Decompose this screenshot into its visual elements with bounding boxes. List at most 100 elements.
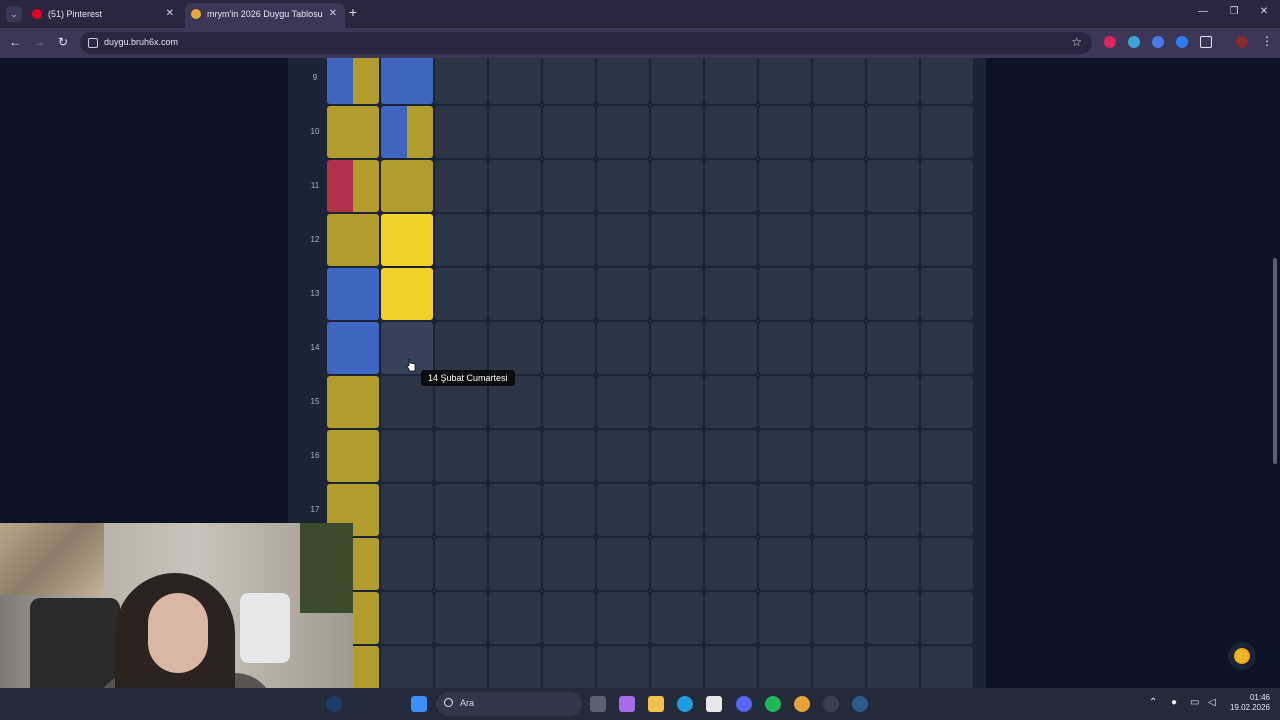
day-cell[interactable]	[489, 106, 541, 158]
day-cell[interactable]	[651, 538, 703, 590]
extension-red-icon[interactable]	[1104, 36, 1116, 48]
day-cell[interactable]	[921, 592, 973, 644]
chrome-icon[interactable]	[794, 696, 810, 712]
day-cell[interactable]	[759, 430, 811, 482]
day-cell[interactable]	[489, 268, 541, 320]
browser-menu-icon[interactable]: ⋮	[1261, 34, 1273, 48]
day-cell[interactable]	[921, 430, 973, 482]
day-cell[interactable]	[759, 646, 811, 688]
day-cell[interactable]	[381, 268, 433, 320]
extension-blue-icon[interactable]	[1176, 36, 1188, 48]
day-cell[interactable]	[921, 376, 973, 428]
day-cell[interactable]	[813, 268, 865, 320]
day-cell[interactable]	[813, 214, 865, 266]
day-cell[interactable]	[705, 430, 757, 482]
spotify-icon[interactable]	[765, 696, 781, 712]
day-cell[interactable]	[759, 376, 811, 428]
day-cell[interactable]	[867, 58, 919, 104]
day-cell[interactable]	[759, 214, 811, 266]
day-cell[interactable]	[651, 484, 703, 536]
extension-translate-icon[interactable]	[1128, 36, 1140, 48]
day-cell[interactable]	[651, 430, 703, 482]
day-cell[interactable]	[381, 484, 433, 536]
forward-arrow-icon[interactable]: →	[32, 35, 46, 49]
day-cell[interactable]	[813, 646, 865, 688]
day-cell[interactable]	[381, 646, 433, 688]
day-cell[interactable]	[705, 538, 757, 590]
day-cell[interactable]	[489, 646, 541, 688]
day-cell[interactable]	[435, 538, 487, 590]
minimize-icon[interactable]: —	[1195, 6, 1211, 17]
day-cell[interactable]	[543, 214, 595, 266]
obs-icon[interactable]	[823, 696, 839, 712]
edge-icon[interactable]	[677, 696, 693, 712]
day-cell[interactable]	[327, 160, 379, 212]
day-cell[interactable]	[435, 592, 487, 644]
day-cell[interactable]	[597, 160, 649, 212]
day-cell[interactable]	[705, 268, 757, 320]
day-cell[interactable]	[327, 430, 379, 482]
day-cell[interactable]	[543, 322, 595, 374]
day-cell[interactable]	[867, 484, 919, 536]
day-cell[interactable]	[921, 58, 973, 104]
day-cell[interactable]	[651, 376, 703, 428]
day-cell[interactable]	[759, 592, 811, 644]
day-cell[interactable]	[867, 214, 919, 266]
day-cell[interactable]	[327, 322, 379, 374]
day-cell[interactable]	[651, 214, 703, 266]
day-cell[interactable]	[867, 106, 919, 158]
day-cell[interactable]	[705, 322, 757, 374]
day-cell[interactable]	[921, 214, 973, 266]
day-cell[interactable]	[921, 106, 973, 158]
system-clock[interactable]: 01:46 19.02.2026	[1226, 693, 1270, 713]
day-cell[interactable]	[759, 106, 811, 158]
day-cell[interactable]	[543, 376, 595, 428]
day-cell[interactable]	[435, 268, 487, 320]
back-arrow-icon[interactable]: ←	[8, 35, 22, 49]
day-cell[interactable]	[597, 484, 649, 536]
day-cell[interactable]	[705, 214, 757, 266]
day-cell[interactable]	[597, 106, 649, 158]
day-cell[interactable]	[705, 376, 757, 428]
day-cell[interactable]	[813, 58, 865, 104]
day-cell[interactable]	[327, 106, 379, 158]
day-cell[interactable]	[705, 646, 757, 688]
day-cell[interactable]	[813, 106, 865, 158]
day-cell[interactable]	[651, 160, 703, 212]
day-cell[interactable]	[597, 430, 649, 482]
day-cell[interactable]	[435, 430, 487, 482]
theme-toggle-button[interactable]	[1228, 642, 1256, 670]
discord-icon[interactable]	[736, 696, 752, 712]
day-cell[interactable]	[867, 592, 919, 644]
copilot-icon[interactable]	[619, 696, 635, 712]
day-cell[interactable]	[651, 592, 703, 644]
day-cell[interactable]	[813, 430, 865, 482]
day-cell[interactable]	[813, 592, 865, 644]
day-cell[interactable]	[867, 646, 919, 688]
day-cell[interactable]	[543, 106, 595, 158]
day-cell[interactable]	[381, 538, 433, 590]
cortana-icon[interactable]	[326, 696, 342, 712]
day-cell[interactable]	[813, 376, 865, 428]
profile-avatar[interactable]	[1236, 36, 1248, 48]
day-cell[interactable]	[435, 646, 487, 688]
day-cell[interactable]	[921, 646, 973, 688]
display-icon[interactable]: ▭	[1190, 697, 1199, 708]
day-cell[interactable]	[759, 58, 811, 104]
day-cell[interactable]	[489, 538, 541, 590]
reload-icon[interactable]: ↻	[56, 35, 70, 49]
day-cell[interactable]	[381, 430, 433, 482]
day-cell[interactable]	[813, 160, 865, 212]
day-cell[interactable]	[651, 106, 703, 158]
day-cell[interactable]	[597, 646, 649, 688]
day-cell[interactable]	[921, 484, 973, 536]
day-cell[interactable]	[597, 592, 649, 644]
tab-duygu-tablosu[interactable]: mrym'in 2026 Duygu Tablosu ✕	[185, 3, 345, 28]
day-cell[interactable]	[705, 58, 757, 104]
day-cell[interactable]	[597, 214, 649, 266]
day-cell[interactable]	[543, 58, 595, 104]
day-cell[interactable]	[705, 592, 757, 644]
day-cell[interactable]	[489, 592, 541, 644]
day-cell[interactable]	[381, 106, 433, 158]
day-cell[interactable]	[759, 160, 811, 212]
